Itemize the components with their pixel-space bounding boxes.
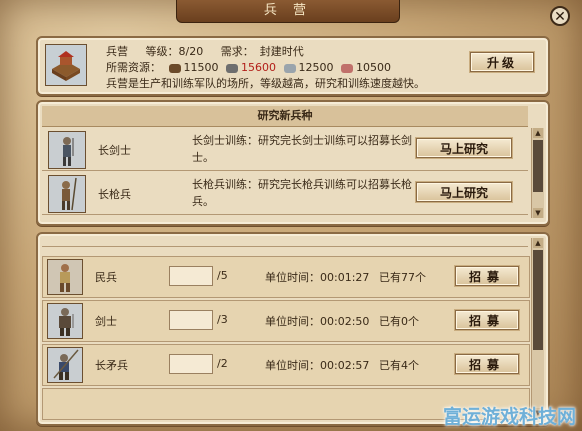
building-name: 兵营 <box>106 45 128 58</box>
recruit-unit-name: 民兵 <box>95 271 117 284</box>
recruit-row-partial <box>42 236 528 247</box>
research-unit-desc: 长枪兵训练：研究完长枪兵训练可以招募长枪兵。 <box>192 178 412 208</box>
recruit-row: 长矛兵 /2 单位时间：00:02:57 已有4个 招募 <box>42 344 530 386</box>
scroll-thumb[interactable] <box>533 250 543 350</box>
pikeman-unit-icon <box>47 347 83 383</box>
resource-amount: 10500 <box>356 61 391 74</box>
spearman-unit-icon <box>48 175 86 213</box>
quantity-input[interactable] <box>169 266 213 286</box>
resource-amount: 11500 <box>183 61 219 74</box>
close-icon[interactable]: ✕ <box>550 6 570 26</box>
resource-amount: 12500 <box>298 61 334 74</box>
scroll-down-icon[interactable]: ▼ <box>533 208 543 218</box>
require-label: 需求： <box>220 45 254 58</box>
quantity-input[interactable] <box>169 354 213 374</box>
building-info-panel: 兵营 等级：8/20 需求： 封建时代 所需资源： 11500 15600 125… <box>36 36 550 96</box>
research-panel: 研究新兵种 长剑士 长剑士训练：研究完长剑士训练可以招募长剑士。 马上研究 长枪… <box>36 100 550 226</box>
recruit-button[interactable]: 招募 <box>455 266 519 286</box>
scroll-thumb[interactable] <box>533 140 543 192</box>
research-header: 研究新兵种 <box>42 106 528 127</box>
max-quantity: /2 <box>217 357 228 370</box>
research-unit-desc: 长剑士训练：研究完长剑士训练可以招募长剑士。 <box>192 134 412 164</box>
unit-time: 单位时间：00:02:57 <box>265 359 370 372</box>
research-now-button[interactable]: 马上研究 <box>416 182 512 202</box>
iron-icon <box>283 63 296 73</box>
level-value: 8/20 <box>178 45 204 58</box>
swordsman-unit-icon <box>47 303 83 339</box>
recruit-panel: 民兵 /5 单位时间：00:01:27 已有77个 招募 剑士 /3 单位时间：… <box>36 232 550 426</box>
max-quantity: /3 <box>217 313 228 326</box>
scroll-up-icon[interactable]: ▲ <box>533 128 543 138</box>
owned-count: 已有77个 <box>379 271 426 284</box>
upgrade-button[interactable]: 升级 <box>470 52 534 72</box>
resources-line: 所需资源： 11500 15600 12500 10500 <box>106 59 391 75</box>
research-row: 长枪兵 长枪兵训练：研究完长枪兵训练可以招募长枪兵。 马上研究 <box>42 172 528 215</box>
research-unit-name: 长枪兵 <box>98 188 131 201</box>
barracks-icon <box>45 44 87 86</box>
recruit-row: 民兵 /5 单位时间：00:01:27 已有77个 招募 <box>42 256 530 298</box>
building-description: 兵营是生产和训练军队的场所，等级越高，研究和训练速度越快。 <box>106 77 425 90</box>
research-now-button[interactable]: 马上研究 <box>416 138 512 158</box>
militia-unit-icon <box>47 259 83 295</box>
longsword-unit-icon <box>48 131 86 169</box>
stone-icon <box>226 63 238 73</box>
watermark: 富运游戏科技网 <box>442 406 576 428</box>
research-unit-name: 长剑士 <box>98 144 131 157</box>
building-stats-line: 兵营 等级：8/20 需求： 封建时代 <box>106 43 304 59</box>
resources-label: 所需资源： <box>106 61 161 74</box>
resource-amount: 15600 <box>241 61 276 74</box>
recruit-unit-name: 剑士 <box>95 315 117 328</box>
recruit-scrollbar[interactable]: ▲ ▼ <box>531 238 544 418</box>
scroll-up-icon[interactable]: ▲ <box>533 238 543 248</box>
recruit-button[interactable]: 招募 <box>455 310 519 330</box>
quantity-input[interactable] <box>169 310 213 330</box>
research-scrollbar[interactable]: ▲ ▼ <box>531 128 544 218</box>
recruit-unit-name: 长矛兵 <box>95 359 128 372</box>
window-title: 兵 营 <box>176 0 400 23</box>
level-label: 等级： <box>145 45 179 58</box>
recruit-row: 剑士 /3 单位时间：00:02:50 已有0个 招募 <box>42 300 530 342</box>
require-value: 封建时代 <box>259 45 304 58</box>
owned-count: 已有0个 <box>379 315 419 328</box>
food-icon <box>341 63 353 73</box>
recruit-button[interactable]: 招募 <box>455 354 519 374</box>
max-quantity: /5 <box>217 269 228 282</box>
research-row: 长剑士 长剑士训练：研究完长剑士训练可以招募长剑士。 马上研究 <box>42 128 528 171</box>
owned-count: 已有4个 <box>379 359 419 372</box>
unit-time: 单位时间：00:01:27 <box>265 271 370 284</box>
wood-icon <box>168 63 181 73</box>
unit-time: 单位时间：00:02:50 <box>265 315 370 328</box>
